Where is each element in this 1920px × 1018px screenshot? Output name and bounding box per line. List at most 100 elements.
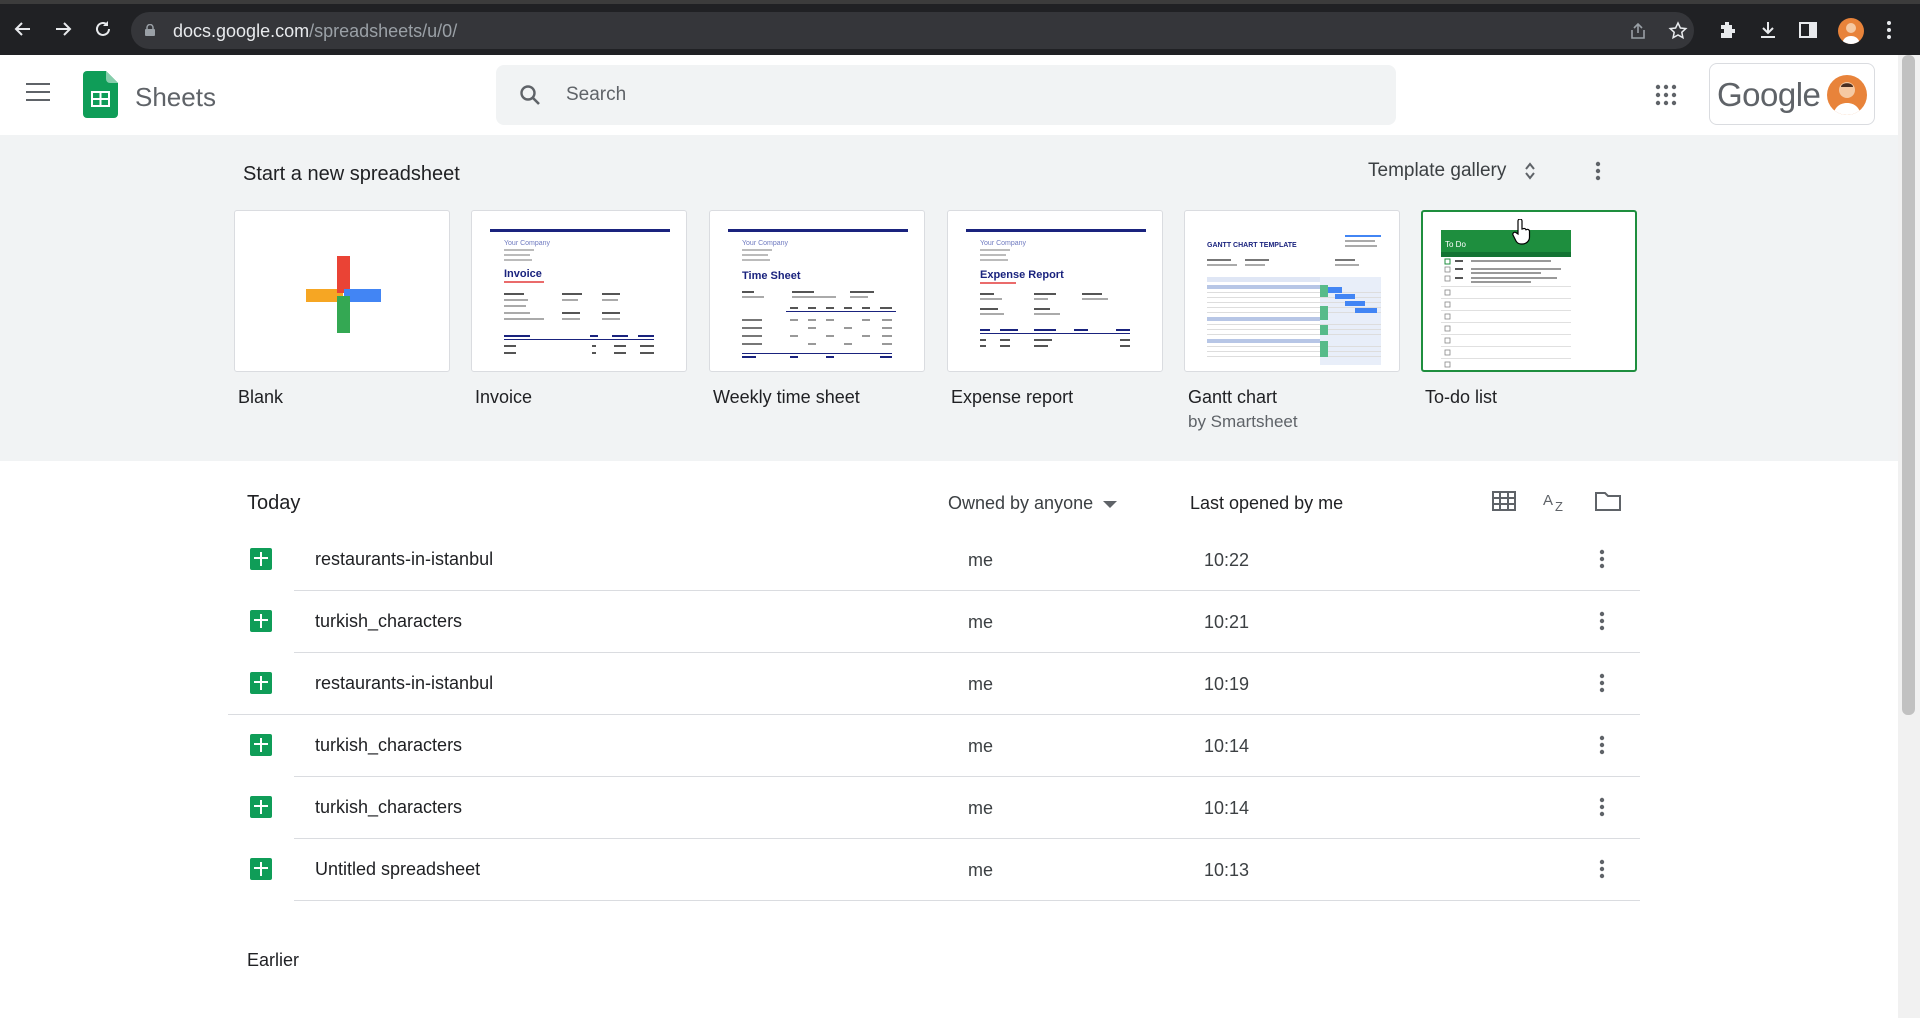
file-row[interactable]: restaurants-in-istanbul me 10:22 <box>228 529 1640 591</box>
owner-filter-label: Owned by anyone <box>948 493 1094 513</box>
template-thumbnail[interactable]: Your Company Time Sheet <box>709 210 925 372</box>
template-weekly-time-sheet[interactable]: Your Company Time Sheet Weekly time shee… <box>709 210 925 408</box>
template-section: Start a new spreadsheet Template gallery… <box>0 135 1898 461</box>
more-options-icon[interactable] <box>1590 609 1614 633</box>
spreadsheet-file-icon <box>250 548 272 570</box>
extensions-icon[interactable] <box>1717 19 1739 41</box>
thumb-invoice-title: Invoice <box>504 268 542 280</box>
file-owner: me <box>968 674 994 694</box>
file-name[interactable]: Untitled spreadsheet <box>315 859 480 880</box>
file-row[interactable]: turkish_characters me 10:21 <box>228 591 1640 653</box>
sort-by-button[interactable]: Last opened by me <box>1190 486 1343 520</box>
spreadsheet-file-icon <box>250 858 272 880</box>
file-owner: me <box>968 860 994 880</box>
template-invoice[interactable]: Your Company Invoice Invoice <box>471 210 687 408</box>
file-owner: me <box>968 550 994 570</box>
search-icon[interactable] <box>518 83 542 107</box>
expense-preview-image: Your Company Expense Report <box>966 229 1146 347</box>
thumb-company-text: Your Company <box>980 240 1027 247</box>
gantt-preview-image: GANTT CHART TEMPLATE <box>1207 235 1381 365</box>
search-input[interactable] <box>566 79 1266 111</box>
file-owner: me <box>968 736 994 756</box>
spreadsheet-file-icon <box>250 734 272 756</box>
template-more-icon[interactable] <box>1586 159 1610 183</box>
file-last-opened: 10:19 <box>1204 674 1250 694</box>
plus-icon <box>306 256 381 333</box>
browser-profile-avatar[interactable] <box>1838 18 1864 44</box>
file-last-opened: 10:14 <box>1204 798 1250 818</box>
thumb-expense-title: Expense Report <box>980 269 1064 281</box>
download-icon[interactable] <box>1757 19 1779 41</box>
file-row[interactable]: Untitled spreadsheet me 10:13 <box>228 839 1640 901</box>
timesheet-preview-image: Your Company Time Sheet <box>728 229 908 358</box>
template-thumbnail[interactable]: Your Company Expense Report <box>947 210 1163 372</box>
file-owner: me <box>968 798 994 818</box>
share-icon[interactable] <box>1628 21 1648 41</box>
scrollbar[interactable] <box>1898 55 1920 1018</box>
browser-toolbar: docs.google.com/spreadsheets/u/0/ <box>0 0 1920 55</box>
reload-icon[interactable] <box>92 18 114 40</box>
owner-filter-dropdown[interactable]: Owned by anyone <box>948 486 1118 520</box>
template-gantt-chart[interactable]: GANTT CHART TEMPLATE Gantt chart by Smar… <box>1184 210 1400 432</box>
browser-menu-icon[interactable] <box>1878 19 1900 41</box>
recent-files-section: Today Owned by anyone Last opened by me … <box>0 461 1898 1018</box>
spreadsheet-file-icon <box>250 672 272 694</box>
url-text: docs.google.com/spreadsheets/u/0/ <box>173 21 458 41</box>
avatar <box>1827 75 1867 115</box>
file-name[interactable]: restaurants-in-istanbul <box>315 549 493 570</box>
template-expense-report[interactable]: Your Company Expense Report Expense repo… <box>947 210 1163 408</box>
sheets-logo-icon[interactable] <box>83 71 118 118</box>
file-picker-folder-icon[interactable] <box>1592 485 1624 517</box>
file-last-opened: 10:13 <box>1204 860 1250 880</box>
more-options-icon[interactable] <box>1590 857 1614 881</box>
thumb-company-text: Your Company <box>504 240 551 247</box>
search-bar[interactable] <box>496 65 1396 125</box>
thumb-gantt-title: GANTT CHART TEMPLATE <box>1207 242 1297 249</box>
template-thumbnail[interactable]: GANTT CHART TEMPLATE <box>1184 210 1400 372</box>
invoice-preview-image: Your Company Invoice <box>490 229 670 354</box>
expand-collapse-icon <box>1524 162 1535 180</box>
more-options-icon[interactable] <box>1590 795 1614 819</box>
template-name: Expense report <box>951 387 1074 407</box>
main-menu-icon[interactable] <box>26 83 50 101</box>
address-bar[interactable]: docs.google.com/spreadsheets/u/0/ <box>131 12 1694 49</box>
file-owner: me <box>968 612 994 632</box>
app-title[interactable]: Sheets <box>135 82 216 113</box>
more-options-icon[interactable] <box>1590 671 1614 695</box>
spreadsheet-file-icon <box>250 610 272 632</box>
file-name[interactable]: turkish_characters <box>315 797 462 818</box>
google-apps-icon[interactable] <box>1655 84 1677 106</box>
file-row[interactable]: restaurants-in-istanbul me 10:19 <box>228 653 1640 715</box>
google-wordmark: Google <box>1717 76 1821 113</box>
forward-icon[interactable] <box>52 18 74 40</box>
file-row[interactable]: turkish_characters me 10:14 <box>228 777 1640 839</box>
template-author: by Smartsheet <box>1188 412 1298 431</box>
section-label-earlier: Earlier <box>247 950 300 970</box>
file-last-opened: 10:21 <box>1204 612 1250 632</box>
thumb-company-text: Your Company <box>742 240 789 247</box>
template-blank[interactable]: Blank <box>234 210 450 408</box>
sort-az-icon[interactable]: A Z <box>1540 485 1572 517</box>
file-last-opened: 10:22 <box>1204 550 1250 570</box>
file-name[interactable]: turkish_characters <box>315 611 462 632</box>
template-thumbnail[interactable] <box>234 210 450 372</box>
template-gallery-button[interactable]: Template gallery <box>1358 153 1546 189</box>
lock-icon <box>145 24 155 36</box>
back-icon[interactable] <box>12 18 34 40</box>
spreadsheet-file-icon <box>250 796 272 818</box>
file-row[interactable]: turkish_characters me 10:14 <box>228 715 1640 777</box>
more-options-icon[interactable] <box>1590 547 1614 571</box>
file-name[interactable]: turkish_characters <box>315 735 462 756</box>
side-panel-icon[interactable] <box>1797 19 1819 41</box>
scrollbar-thumb[interactable] <box>1902 55 1915 715</box>
svg-text:A: A <box>1543 492 1553 509</box>
template-name: To-do list <box>1425 387 1498 407</box>
more-options-icon[interactable] <box>1590 733 1614 757</box>
template-heading: Start a new spreadsheet <box>243 163 460 185</box>
grid-view-icon[interactable] <box>1488 485 1520 517</box>
star-icon[interactable] <box>1668 21 1688 41</box>
template-thumbnail[interactable]: Your Company Invoice <box>471 210 687 372</box>
dropdown-caret-icon <box>1103 500 1118 508</box>
file-name[interactable]: restaurants-in-istanbul <box>315 673 493 694</box>
google-account-button[interactable]: Google <box>1709 63 1875 125</box>
